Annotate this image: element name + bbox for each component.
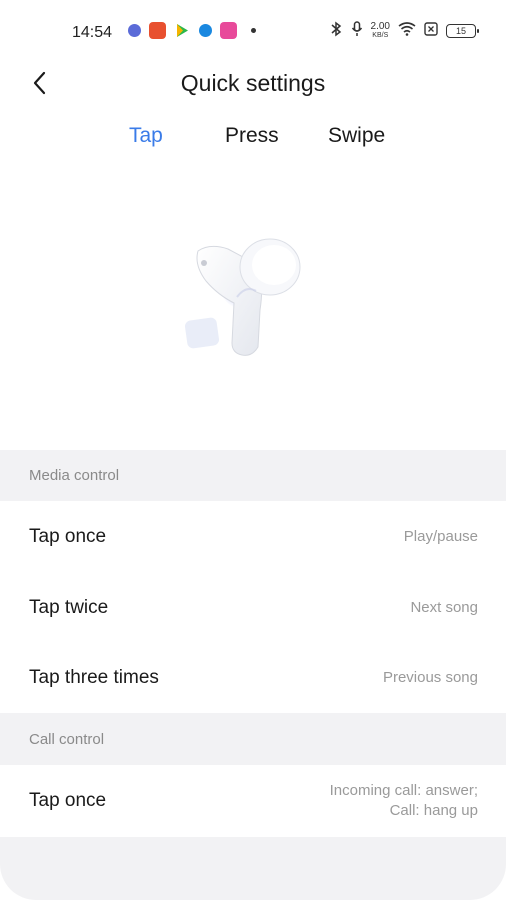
sim-card-icon [424,22,438,39]
section-title: Media control [29,467,120,484]
wifi-icon [398,22,416,39]
app-notification-icon [149,22,166,39]
microphone-icon [351,21,363,40]
setting-row-tap-once[interactable]: Tap once Play/pause [0,501,506,573]
network-speed-unit: KB/S [372,31,389,39]
system-status-icons: 2.00 KB/S 15 [329,20,479,40]
status-bar: 14:54 2.00 KB/S 15 [0,0,506,60]
earbud-illustration [180,225,320,375]
setting-value: Next song [410,599,478,616]
setting-label: Tap twice [29,597,109,618]
app-notification-icon [128,24,141,37]
section-title: Call control [29,730,105,748]
tab-press[interactable]: Press [225,124,279,148]
status-time: 14:54 [72,24,113,41]
network-speed: 2.00 KB/S [370,20,390,40]
play-store-icon [174,22,191,39]
battery-level: 15 [455,25,466,36]
setting-value: Incoming call: answer; Call: hang up [330,781,478,821]
section-header-media-control: Media control [0,450,506,501]
setting-row-tap-three-times[interactable]: Tap three times Previous song [0,643,506,713]
network-speed-value: 2.00 [370,20,390,32]
setting-value-line: Incoming call: answer; [329,782,478,799]
notification-icons [128,22,256,39]
app-notification-icon [220,22,237,39]
section-header-call-control: Call control [0,713,506,765]
tab-tap[interactable]: Tap [129,124,163,148]
setting-label: Tap three times [29,667,159,688]
setting-label: Tap once [29,526,107,547]
battery-icon: 15 [446,23,479,38]
page-title: Quick settings [180,70,326,96]
header: Quick settings [0,60,506,106]
gesture-tabs: Tap Press Swipe [0,124,506,156]
setting-value: Play/pause [403,528,478,545]
app-notification-icon [199,24,212,37]
setting-value-line: Call: hang up [389,802,478,819]
setting-row-call-tap-once[interactable]: Tap once Incoming call: answer; Call: ha… [0,765,506,837]
setting-label: Tap once [29,790,107,811]
tab-swipe[interactable]: Swipe [328,124,385,148]
more-notifications-dot-icon [251,28,256,33]
bottom-area [0,837,506,900]
bluetooth-icon [329,21,343,40]
setting-row-tap-twice[interactable]: Tap twice Next song [0,573,506,643]
setting-value: Previous song [382,669,478,686]
